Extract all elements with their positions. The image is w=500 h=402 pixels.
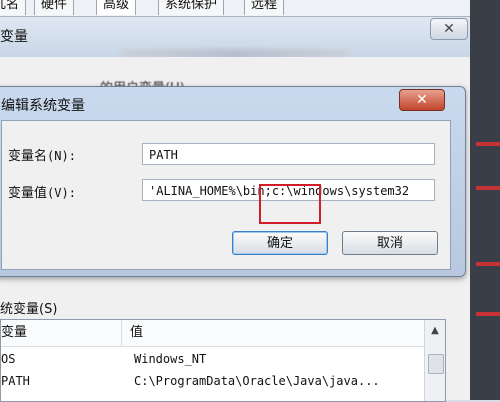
row-value: Windows_NT — [134, 352, 207, 366]
variable-name-hint: (N): — [47, 149, 76, 163]
tab-strip: 几名 硬件 高级 系统保护 远程 — [0, 0, 500, 17]
dialog-close-button[interactable]: ✕ — [399, 89, 445, 111]
table-row[interactable]: OS Windows_NT — [1, 348, 421, 370]
ok-button[interactable]: 确定 — [232, 231, 328, 255]
column-header-variable[interactable]: 变量 — [1, 320, 122, 347]
variable-name-field[interactable]: PATH — [142, 143, 435, 165]
tab-hardware[interactable]: 硬件 — [34, 0, 75, 15]
row-name: OS — [1, 352, 16, 366]
tab-system-protection[interactable]: 系统保护 — [158, 0, 225, 15]
edge-mark — [476, 312, 500, 316]
system-vars-label: 统变量(S) — [0, 302, 58, 317]
tab-remote[interactable]: 远程 — [244, 0, 285, 15]
dialog-content: 变量名(N): PATH 变量值(V): 'ALINA_HOME%\bin;c:… — [1, 120, 451, 270]
variable-value-label: 变量值(V): — [8, 182, 76, 201]
cancel-button[interactable]: 取消 — [342, 231, 438, 255]
row-name: PATH — [1, 374, 30, 388]
variable-name-label-text: 变量名 — [8, 149, 48, 164]
dialog-title: 编辑系统变量 — [1, 98, 85, 114]
variable-value-label-text: 变量值 — [8, 186, 48, 201]
scroll-thumb[interactable] — [428, 354, 444, 374]
column-header-value[interactable]: 值 — [122, 320, 430, 347]
tab-advanced[interactable]: 高级 — [96, 0, 137, 15]
env-window-titlebar: 变量 — [0, 17, 470, 59]
env-window-title: 变量 — [0, 29, 28, 45]
close-icon: ✕ — [416, 92, 428, 108]
env-window-close-button[interactable]: ✕ — [430, 18, 468, 40]
annotation-highlight-box — [259, 184, 321, 224]
tab-computer-name[interactable]: 几名 — [0, 0, 27, 15]
background-edge — [470, 0, 500, 400]
table-row[interactable]: PATH C:\ProgramData\Oracle\Java\java... — [1, 370, 421, 392]
edge-mark — [476, 186, 500, 190]
close-icon: ✕ — [443, 21, 455, 37]
edge-mark — [476, 262, 500, 266]
system-vars-table: 变量 值 OS Windows_NT PATH C:\ProgramData\O… — [0, 319, 446, 402]
row-value: C:\ProgramData\Oracle\Java\java... — [134, 374, 380, 388]
edge-mark — [476, 142, 500, 146]
scroll-up-arrow-icon[interactable]: ▲ — [428, 324, 442, 338]
table-scrollbar[interactable]: ▲ — [424, 320, 445, 401]
variable-value-hint: (V): — [47, 186, 76, 200]
edit-system-variable-dialog: 编辑系统变量 ✕ 变量名(N): PATH 变量值(V): 'ALINA_HOM… — [0, 86, 466, 277]
variable-name-label: 变量名(N): — [8, 145, 76, 164]
